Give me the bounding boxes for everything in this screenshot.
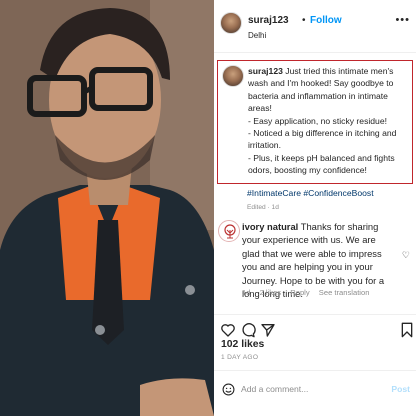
like-comment-heart-icon[interactable]: ♡ (402, 250, 410, 261)
more-options-icon[interactable]: ••• (395, 14, 410, 26)
author-avatar[interactable] (220, 12, 242, 34)
share-send-icon[interactable] (260, 322, 276, 338)
caption-username[interactable]: suraj123 (248, 66, 283, 76)
comment-input[interactable]: Add a comment... (241, 384, 308, 394)
reply-likes-count[interactable]: 2 likes (260, 288, 282, 297)
caption-edited-time: Edited · 1d (247, 204, 279, 211)
man-portrait-image (0, 0, 214, 416)
caption-text: suraj123 Just tried this intimate men's … (248, 65, 408, 177)
caption-point: - Noticed a big difference in itching an… (248, 128, 397, 151)
separator-dot: • (302, 15, 306, 26)
emoji-smile-icon[interactable] (222, 383, 235, 396)
post-location[interactable]: Delhi (248, 31, 266, 40)
caption-hashtags[interactable]: #IntimateCare #ConfidenceBoost (247, 188, 374, 198)
post-detail-panel: suraj123 • Follow Delhi ••• suraj123 Jus… (214, 0, 416, 416)
reply-button[interactable]: Reply (290, 288, 309, 297)
author-username[interactable]: suraj123 (248, 15, 289, 26)
post-photo (0, 0, 214, 416)
post-likes-count[interactable]: 102 likes (221, 339, 264, 350)
caption-point: - Easy application, no sticky residue! (248, 115, 387, 126)
post-header: suraj123 • Follow Delhi ••• (218, 12, 414, 44)
brand-logo-avatar[interactable] (218, 220, 240, 242)
post-comment-button[interactable]: Post (391, 384, 410, 394)
caption-point: - Plus, it keeps pH balanced and fights … (248, 152, 395, 176)
reply-time: 1d (242, 288, 251, 297)
reply-meta: 1d 2 likes Reply See translation (242, 288, 376, 297)
actions-divider (214, 314, 416, 315)
follow-button[interactable]: Follow (310, 15, 342, 26)
caption-author-avatar[interactable] (222, 65, 244, 87)
comment-divider (214, 370, 416, 371)
save-bookmark-icon[interactable] (400, 322, 414, 338)
comment-bubble-icon[interactable] (240, 322, 256, 338)
like-heart-icon[interactable] (220, 322, 236, 338)
post-actions-bar (220, 322, 414, 340)
caption-highlight: suraj123 Just tried this intimate men's … (217, 60, 413, 184)
reply-username[interactable]: ivory natural (242, 221, 298, 232)
see-translation-link[interactable]: See translation (319, 288, 370, 297)
tree-logo-icon (224, 224, 236, 239)
header-divider (214, 52, 416, 53)
post-timestamp: 1 DAY AGO (221, 354, 259, 361)
add-comment-bar: Add a comment... Post (214, 374, 416, 404)
